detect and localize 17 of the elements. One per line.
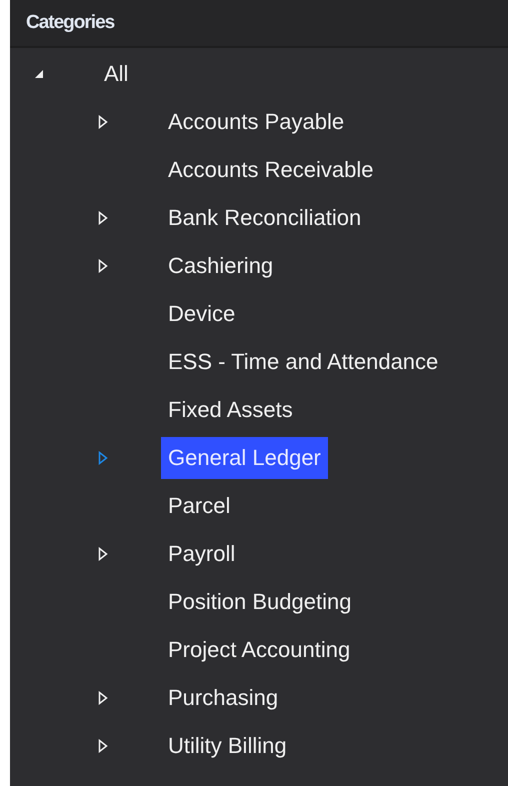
expanded-triangle-icon[interactable] bbox=[34, 69, 44, 79]
tree-item[interactable]: Project Accounting bbox=[161, 629, 358, 671]
tree-item[interactable]: ESS - Time and Attendance bbox=[161, 341, 446, 383]
tree-item[interactable]: Accounts Receivable bbox=[161, 149, 380, 191]
tree-item[interactable]: Payroll bbox=[161, 533, 242, 575]
tree-item[interactable]: General Ledger bbox=[161, 437, 328, 479]
tree-item[interactable]: Position Budgeting bbox=[161, 581, 358, 623]
tree-item[interactable]: Cashiering bbox=[161, 245, 280, 287]
tree-item[interactable]: Parcel bbox=[161, 485, 238, 527]
tree-item[interactable]: Fixed Assets bbox=[161, 389, 300, 431]
tree-item[interactable]: All bbox=[97, 53, 136, 95]
tree-item[interactable]: Utility Billing bbox=[161, 725, 294, 767]
tree-item[interactable]: Bank Reconciliation bbox=[161, 197, 368, 239]
tree-item[interactable]: Accounts Payable bbox=[161, 101, 352, 143]
tree-item[interactable]: Purchasing bbox=[161, 677, 286, 719]
tree-item[interactable]: Device bbox=[161, 293, 242, 335]
panel-title: Categories bbox=[26, 10, 114, 35]
